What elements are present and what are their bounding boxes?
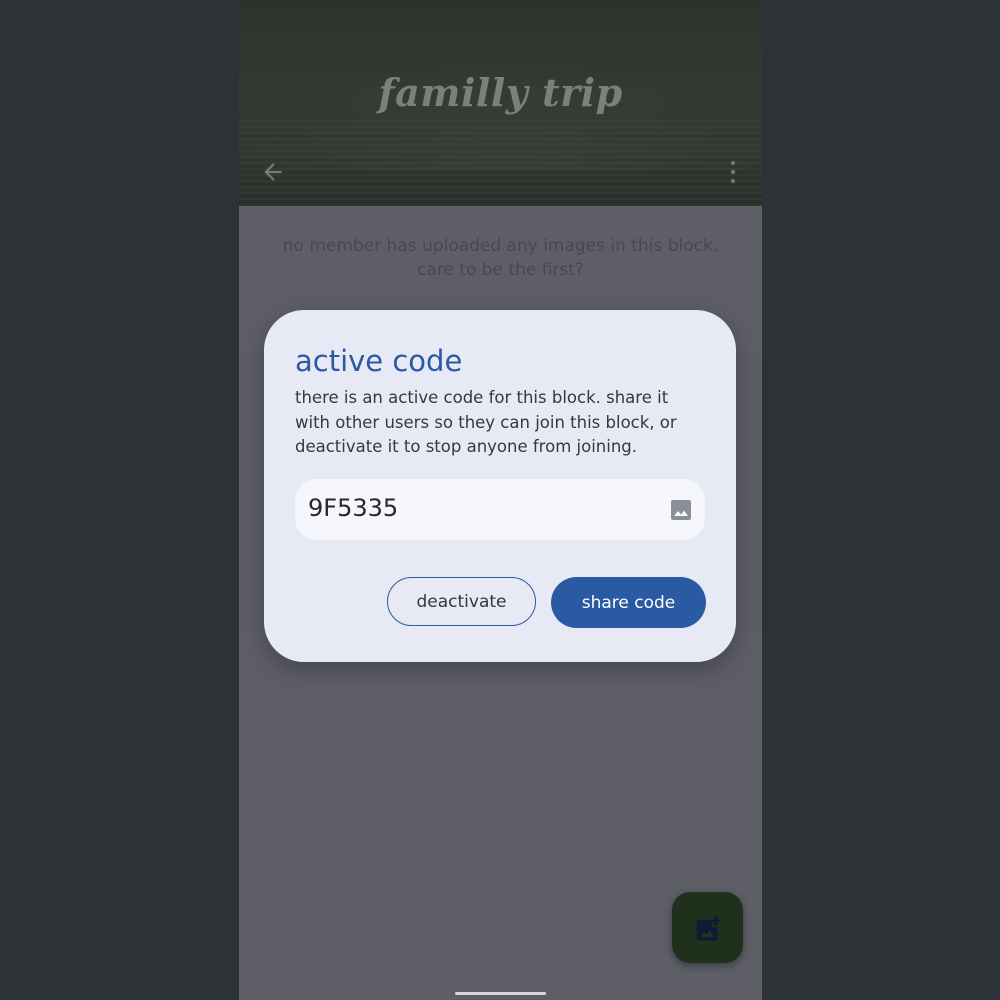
header-background-texture xyxy=(239,120,762,206)
image-icon[interactable] xyxy=(669,498,693,522)
more-vert-icon xyxy=(731,161,735,183)
more-options-button[interactable] xyxy=(711,150,755,194)
dialog-title: active code xyxy=(295,344,463,378)
add-image-button[interactable] xyxy=(672,892,743,963)
back-button[interactable] xyxy=(251,150,295,194)
block-header: familly trip xyxy=(239,0,762,206)
home-indicator[interactable] xyxy=(455,992,546,995)
code-field[interactable]: 9F5335 xyxy=(295,479,705,540)
arrow-back-icon xyxy=(264,163,282,181)
active-code-dialog: active code there is an active code for … xyxy=(264,310,736,662)
add-photo-icon xyxy=(696,915,720,940)
dialog-message: there is an active code for this block. … xyxy=(295,388,677,456)
code-value: 9F5335 xyxy=(308,494,399,522)
deactivate-button[interactable]: deactivate xyxy=(387,577,536,626)
empty-state-message: no member has uploaded any images in thi… xyxy=(282,236,719,280)
share-code-button[interactable]: share code xyxy=(551,577,706,628)
block-title: familly trip xyxy=(378,70,623,115)
